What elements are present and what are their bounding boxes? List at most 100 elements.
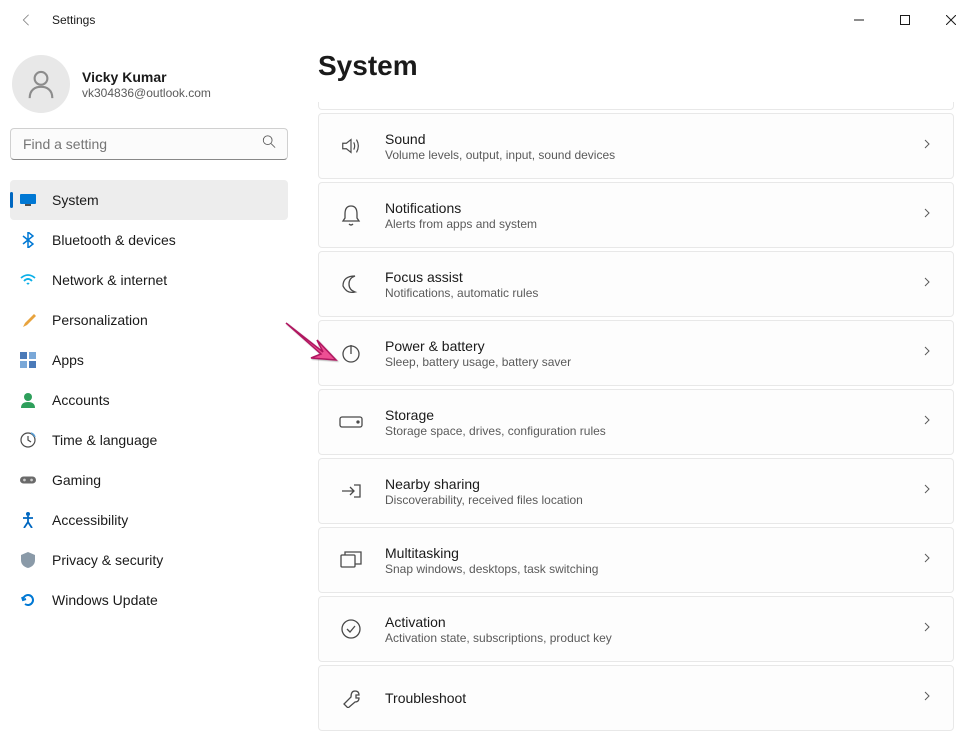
card-nearby-sharing[interactable]: Nearby sharing Discoverability, received… [318, 458, 954, 524]
sidebar-item-network[interactable]: Network & internet [10, 260, 288, 300]
chevron-right-icon [921, 620, 933, 638]
sidebar-item-label: Network & internet [52, 272, 167, 288]
profile-section[interactable]: Vicky Kumar vk304836@outlook.com [10, 50, 288, 128]
back-button[interactable] [12, 6, 40, 34]
card-troubleshoot[interactable]: Troubleshoot [318, 665, 954, 731]
update-icon [20, 592, 36, 608]
close-button[interactable] [928, 4, 974, 36]
power-icon [339, 341, 363, 365]
card-title: Notifications [385, 200, 899, 216]
sidebar-item-label: Time & language [52, 432, 157, 448]
gamepad-icon [20, 472, 36, 488]
sidebar-item-bluetooth[interactable]: Bluetooth & devices [10, 220, 288, 260]
chevron-right-icon [921, 275, 933, 293]
card-desc: Sleep, battery usage, battery saver [385, 355, 899, 369]
minimize-button[interactable] [836, 4, 882, 36]
card-title: Power & battery [385, 338, 899, 354]
page-title: System [318, 50, 954, 82]
chevron-right-icon [921, 344, 933, 362]
sidebar-item-system[interactable]: System [10, 180, 288, 220]
card-text: Sound Volume levels, output, input, soun… [385, 131, 899, 162]
search-wrap [10, 128, 288, 160]
sidebar-item-accessibility[interactable]: Accessibility [10, 500, 288, 540]
card-text: Power & battery Sleep, battery usage, ba… [385, 338, 899, 369]
profile-name: Vicky Kumar [82, 69, 211, 85]
card-title: Focus assist [385, 269, 899, 285]
card-title: Troubleshoot [385, 690, 899, 706]
card-desc: Discoverability, received files location [385, 493, 899, 507]
card-title: Multitasking [385, 545, 899, 561]
content: System Sound Volume levels, output, inpu… [298, 40, 974, 735]
card-text: Nearby sharing Discoverability, received… [385, 476, 899, 507]
card-title: Storage [385, 407, 899, 423]
bluetooth-icon [20, 232, 36, 248]
sidebar-item-privacy[interactable]: Privacy & security [10, 540, 288, 580]
wrench-icon [339, 686, 363, 710]
drive-icon [339, 410, 363, 434]
card-text: Activation Activation state, subscriptio… [385, 614, 899, 645]
card-partial-above [318, 102, 954, 110]
avatar [12, 55, 70, 113]
sidebar-item-label: Gaming [52, 472, 101, 488]
apps-icon [20, 352, 36, 368]
speaker-icon [339, 134, 363, 158]
card-power-battery[interactable]: Power & battery Sleep, battery usage, ba… [318, 320, 954, 386]
card-title: Activation [385, 614, 899, 630]
sidebar-item-accounts[interactable]: Accounts [10, 380, 288, 420]
card-focus-assist[interactable]: Focus assist Notifications, automatic ru… [318, 251, 954, 317]
card-title: Nearby sharing [385, 476, 899, 492]
sidebar-item-label: Accounts [52, 392, 110, 408]
search-icon [262, 135, 276, 154]
card-desc: Storage space, drives, configuration rul… [385, 424, 899, 438]
check-circle-icon [339, 617, 363, 641]
sidebar-item-time[interactable]: Time & language [10, 420, 288, 460]
sidebar-item-label: Apps [52, 352, 84, 368]
card-text: Storage Storage space, drives, configura… [385, 407, 899, 438]
monitor-icon [20, 192, 36, 208]
person-icon [20, 392, 36, 408]
search-input[interactable] [10, 128, 288, 160]
sidebar-item-gaming[interactable]: Gaming [10, 460, 288, 500]
card-text: Multitasking Snap windows, desktops, tas… [385, 545, 899, 576]
card-desc: Activation state, subscriptions, product… [385, 631, 899, 645]
sidebar-item-personalization[interactable]: Personalization [10, 300, 288, 340]
window-controls [836, 4, 974, 36]
chevron-right-icon [921, 482, 933, 500]
card-notifications[interactable]: Notifications Alerts from apps and syste… [318, 182, 954, 248]
chevron-right-icon [921, 206, 933, 224]
card-desc: Alerts from apps and system [385, 217, 899, 231]
sidebar-nav: System Bluetooth & devices Network & int… [10, 180, 288, 620]
card-text: Notifications Alerts from apps and syste… [385, 200, 899, 231]
moon-icon [339, 272, 363, 296]
maximize-button[interactable] [882, 4, 928, 36]
card-activation[interactable]: Activation Activation state, subscriptio… [318, 596, 954, 662]
share-icon [339, 479, 363, 503]
card-desc: Volume levels, output, input, sound devi… [385, 148, 899, 162]
sidebar-item-update[interactable]: Windows Update [10, 580, 288, 620]
windows-icon [339, 548, 363, 572]
window-title: Settings [52, 13, 95, 27]
titlebar: Settings [0, 0, 974, 40]
chevron-right-icon [921, 137, 933, 155]
shield-icon [20, 552, 36, 568]
card-storage[interactable]: Storage Storage space, drives, configura… [318, 389, 954, 455]
sidebar-item-label: Bluetooth & devices [52, 232, 176, 248]
sidebar-item-apps[interactable]: Apps [10, 340, 288, 380]
card-text: Troubleshoot [385, 690, 899, 707]
card-sound[interactable]: Sound Volume levels, output, input, soun… [318, 113, 954, 179]
chevron-right-icon [921, 413, 933, 431]
card-desc: Notifications, automatic rules [385, 286, 899, 300]
card-desc: Snap windows, desktops, task switching [385, 562, 899, 576]
clock-icon [20, 432, 36, 448]
sidebar-item-label: Accessibility [52, 512, 128, 528]
profile-text: Vicky Kumar vk304836@outlook.com [82, 69, 211, 100]
card-multitasking[interactable]: Multitasking Snap windows, desktops, tas… [318, 527, 954, 593]
sidebar-item-label: Windows Update [52, 592, 158, 608]
sidebar-item-label: Privacy & security [52, 552, 163, 568]
bell-icon [339, 203, 363, 227]
sidebar: Vicky Kumar vk304836@outlook.com System … [0, 40, 298, 735]
sidebar-item-label: Personalization [52, 312, 148, 328]
accessibility-icon [20, 512, 36, 528]
card-title: Sound [385, 131, 899, 147]
chevron-right-icon [921, 689, 933, 707]
